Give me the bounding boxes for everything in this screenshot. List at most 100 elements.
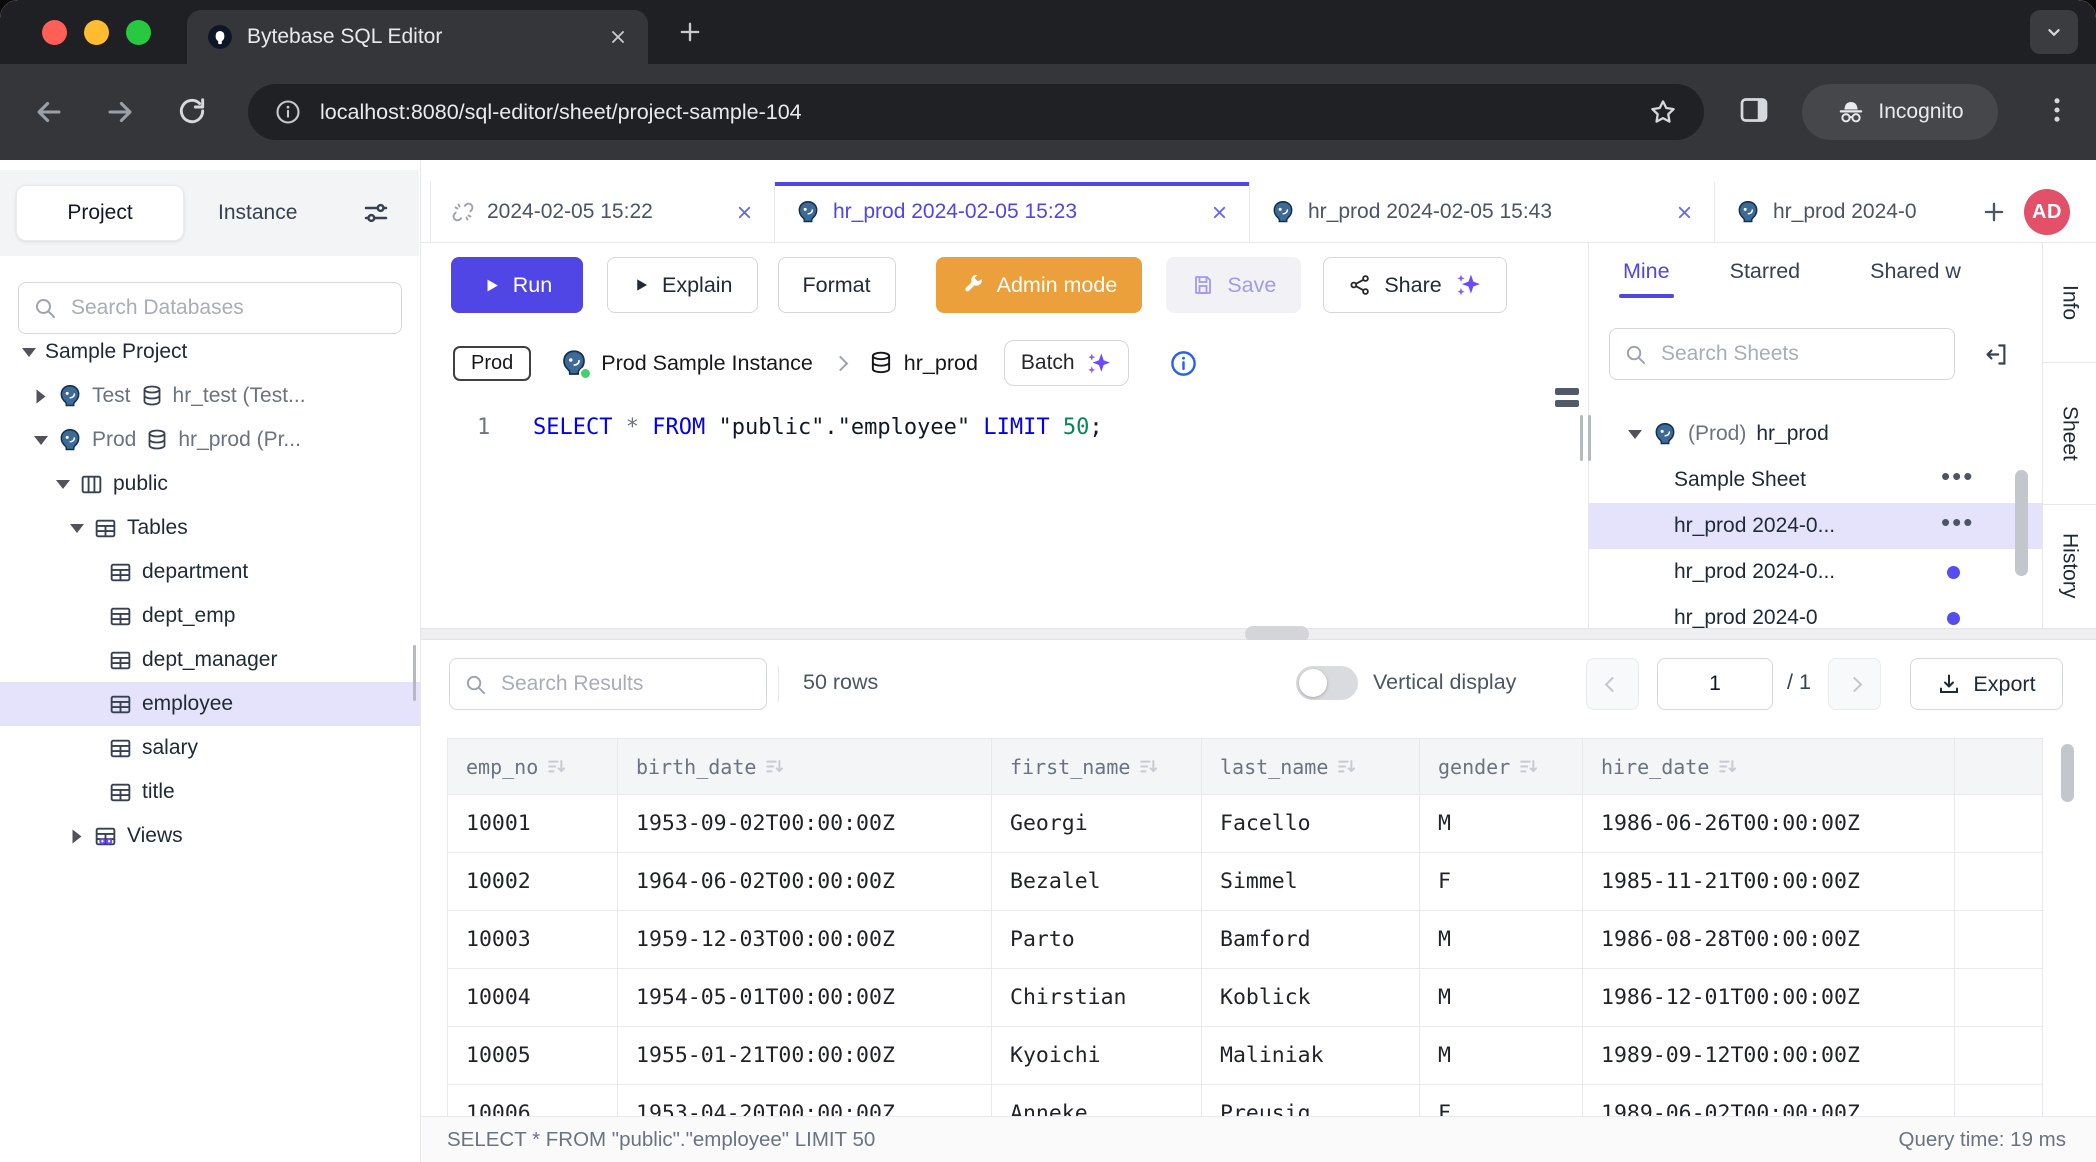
- sheet-item-sample[interactable]: Sample Sheet: [1589, 457, 2042, 503]
- site-info-icon[interactable]: [274, 98, 302, 126]
- cell[interactable]: Simmel: [1202, 853, 1420, 911]
- column-header-first-name[interactable]: first_name: [992, 739, 1202, 795]
- cell[interactable]: 1955-01-21T00:00:00Z: [618, 1027, 992, 1085]
- column-header-gender[interactable]: gender: [1420, 739, 1583, 795]
- tree-item-table-dept-emp[interactable]: dept_emp: [0, 594, 420, 638]
- address-bar[interactable]: localhost:8080/sql-editor/sheet/project-…: [248, 84, 1704, 140]
- collapse-panel-icon[interactable]: [1983, 341, 2010, 368]
- sheet-search-input[interactable]: [1659, 341, 1940, 367]
- cell[interactable]: Maliniak: [1202, 1027, 1420, 1085]
- sort-icon[interactable]: [1520, 758, 1537, 775]
- share-button[interactable]: Share: [1323, 257, 1506, 313]
- filter-settings-icon[interactable]: [361, 198, 391, 228]
- caret-down-icon[interactable]: [56, 480, 70, 489]
- caret-down-icon[interactable]: [34, 436, 48, 445]
- close-tab-icon[interactable]: [735, 203, 754, 222]
- sort-icon[interactable]: [1140, 758, 1157, 775]
- editor-tab-3[interactable]: hr_prod 2024-02-05 15:43: [1250, 182, 1715, 242]
- cell[interactable]: 10006: [448, 1085, 618, 1117]
- vertical-display-toggle[interactable]: [1296, 666, 1358, 700]
- cell[interactable]: Georgi: [992, 795, 1202, 853]
- editor-tab-1[interactable]: 2024-02-05 15:22: [430, 182, 775, 242]
- new-tab-icon[interactable]: [676, 18, 704, 46]
- cell[interactable]: 1986-12-01T00:00:00Z: [1583, 969, 1955, 1027]
- cell[interactable]: M: [1420, 795, 1583, 853]
- sheet-item-unsaved-1[interactable]: hr_prod 2024-0...: [1589, 549, 2042, 595]
- cell[interactable]: F: [1420, 853, 1583, 911]
- forward-icon[interactable]: [103, 95, 137, 129]
- database-search[interactable]: [18, 282, 402, 334]
- database-name[interactable]: hr_prod: [904, 351, 978, 376]
- cell[interactable]: 1986-08-28T00:00:00Z: [1583, 911, 1955, 969]
- rail-tab-sheet[interactable]: Sheet: [2043, 363, 2096, 505]
- column-header-hire-date[interactable]: hire_date: [1583, 739, 1955, 795]
- add-tab-icon[interactable]: [1980, 198, 2008, 226]
- instance-name[interactable]: Prod Sample Instance: [601, 351, 813, 376]
- cell[interactable]: M: [1420, 969, 1583, 1027]
- sheet-list-scrollbar[interactable]: [2015, 470, 2028, 576]
- close-window-button[interactable]: [42, 20, 67, 45]
- cell[interactable]: Anneke: [992, 1085, 1202, 1117]
- column-header-birth-date[interactable]: birth_date: [618, 739, 992, 795]
- cell[interactable]: Chirstian: [992, 969, 1202, 1027]
- tab-instance[interactable]: Instance: [218, 201, 297, 225]
- tab-search-button[interactable]: [2030, 10, 2078, 54]
- tree-item-table-department[interactable]: department: [0, 550, 420, 594]
- tree-item-table-employee[interactable]: employee: [0, 682, 420, 726]
- prev-page-button[interactable]: [1586, 658, 1639, 710]
- cell[interactable]: 1986-06-26T00:00:00Z: [1583, 795, 1955, 853]
- format-button[interactable]: Format: [778, 257, 896, 313]
- cell[interactable]: 1953-09-02T00:00:00Z: [618, 795, 992, 853]
- side-panel-icon[interactable]: [1736, 92, 1772, 128]
- results-search[interactable]: [449, 658, 767, 710]
- horizontal-splitter[interactable]: [421, 628, 2096, 640]
- editor-tab-4[interactable]: hr_prod 2024-0: [1715, 182, 1962, 242]
- close-tab-icon[interactable]: [1675, 203, 1694, 222]
- tab-project[interactable]: Project: [16, 185, 184, 241]
- cell[interactable]: 1953-04-20T00:00:00Z: [618, 1085, 992, 1117]
- cell[interactable]: Facello: [1202, 795, 1420, 853]
- tree-item-prod-db[interactable]: Prod hr_prod (Pr...: [0, 418, 420, 462]
- reload-icon[interactable]: [176, 95, 208, 127]
- close-tab-icon[interactable]: [1210, 203, 1229, 222]
- cell[interactable]: 1964-06-02T00:00:00Z: [618, 853, 992, 911]
- sql-editor-line[interactable]: 1SELECT * FROM "public"."employee" LIMIT…: [477, 408, 1103, 448]
- sheet-item-selected[interactable]: hr_prod 2024-0...: [1589, 503, 2042, 549]
- editor-scrollbar[interactable]: [1555, 388, 1579, 412]
- tree-item-test-db[interactable]: Test hr_test (Test...: [0, 374, 420, 418]
- caret-down-icon[interactable]: [22, 348, 36, 357]
- tab-shared[interactable]: Shared w: [1870, 259, 1961, 284]
- page-number-input[interactable]: [1657, 658, 1773, 710]
- panel-resize-handle[interactable]: [1580, 415, 1596, 461]
- batch-button[interactable]: Batch: [1004, 340, 1129, 386]
- cell[interactable]: Koblick: [1202, 969, 1420, 1027]
- avatar[interactable]: AD: [2024, 189, 2070, 235]
- cell[interactable]: 1989-06-02T00:00:00Z: [1583, 1085, 1955, 1117]
- cell[interactable]: Parto: [992, 911, 1202, 969]
- sheet-group-hr-prod[interactable]: (Prod) hr_prod: [1589, 411, 2042, 457]
- cell[interactable]: Bezalel: [992, 853, 1202, 911]
- run-button[interactable]: Run: [451, 257, 583, 313]
- cell[interactable]: Preusig: [1202, 1085, 1420, 1117]
- cell[interactable]: Bamford: [1202, 911, 1420, 969]
- explain-button[interactable]: Explain: [607, 257, 758, 313]
- cell[interactable]: 10003: [448, 911, 618, 969]
- sort-icon[interactable]: [1719, 758, 1736, 775]
- export-button[interactable]: Export: [1910, 658, 2063, 710]
- cell[interactable]: 10002: [448, 853, 618, 911]
- rail-tab-history[interactable]: History: [2043, 505, 2096, 627]
- caret-right-icon[interactable]: [37, 389, 46, 403]
- cell[interactable]: 1959-12-03T00:00:00Z: [618, 911, 992, 969]
- cell[interactable]: Kyoichi: [992, 1027, 1202, 1085]
- browser-tab[interactable]: Bytebase SQL Editor: [187, 10, 648, 64]
- tab-mine[interactable]: Mine: [1623, 259, 1670, 284]
- results-search-input[interactable]: [499, 671, 752, 697]
- cell[interactable]: 10004: [448, 969, 618, 1027]
- minimize-window-button[interactable]: [84, 20, 109, 45]
- cell[interactable]: 10005: [448, 1027, 618, 1085]
- editor-tab-2-active[interactable]: hr_prod 2024-02-05 15:23: [775, 182, 1250, 242]
- tree-item-views-group[interactable]: Views: [0, 814, 420, 858]
- tab-starred[interactable]: Starred: [1730, 259, 1801, 284]
- close-tab-icon[interactable]: [608, 27, 628, 47]
- back-icon[interactable]: [32, 95, 66, 129]
